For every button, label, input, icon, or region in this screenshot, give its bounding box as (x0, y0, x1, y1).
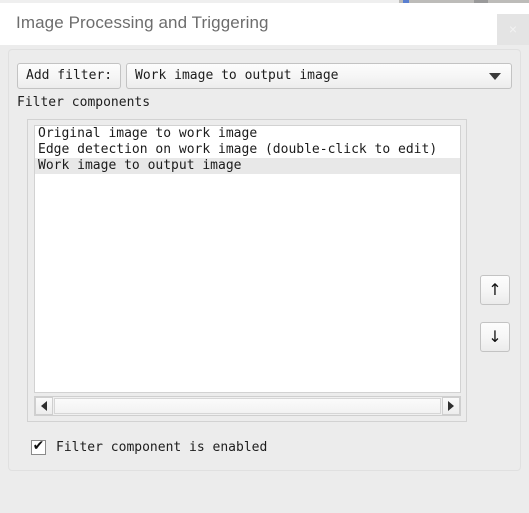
page-title: Image Processing and Triggering (16, 13, 269, 32)
triangle-right-icon (448, 401, 454, 411)
add-filter-button[interactable]: Add filter: (17, 63, 122, 89)
move-up-button[interactable]: ↑ (480, 275, 510, 305)
triangle-left-icon (41, 401, 47, 411)
check-icon: ✔ (32, 438, 45, 454)
close-icon: × (508, 21, 518, 37)
list-item[interactable]: Work image to output image (35, 158, 460, 174)
dialog-titlebar: Image Processing and Triggering × (0, 3, 529, 45)
screen: Image Processing and Triggering × Add fi… (0, 0, 529, 513)
arrow-up-icon: ↑ (488, 280, 502, 299)
arrow-down-icon: ↓ (488, 327, 502, 346)
scroll-left-button[interactable] (35, 397, 53, 415)
filter-panel: Add filter: Work image to output image F… (8, 49, 521, 471)
list-item[interactable]: Original image to work image (35, 126, 460, 142)
list-item[interactable]: Edge detection on work image (double-cli… (35, 142, 460, 158)
filter-components-frame: Original image to work image Edge detect… (27, 119, 467, 422)
scroll-right-button[interactable] (442, 397, 460, 415)
image-processing-dialog: Image Processing and Triggering × Add fi… (0, 3, 529, 513)
close-button[interactable]: × (497, 14, 529, 45)
dialog-body: Add filter: Work image to output image F… (0, 45, 529, 513)
chevron-down-icon (489, 73, 501, 80)
horizontal-scrollbar[interactable] (34, 396, 461, 416)
filter-enabled-checkbox[interactable]: ✔ (31, 438, 46, 455)
filter-select-value: Work image to output image (135, 68, 339, 83)
scrollbar-thumb[interactable] (54, 398, 441, 414)
filter-components-list[interactable]: Original image to work image Edge detect… (34, 125, 461, 393)
filter-enabled-checkbox-row[interactable]: ✔ Filter component is enabled (31, 438, 268, 455)
move-down-button[interactable]: ↓ (480, 322, 510, 352)
filter-components-label: Filter components (17, 95, 151, 110)
filter-select[interactable]: Work image to output image (126, 63, 512, 89)
filter-enabled-label: Filter component is enabled (56, 440, 268, 455)
